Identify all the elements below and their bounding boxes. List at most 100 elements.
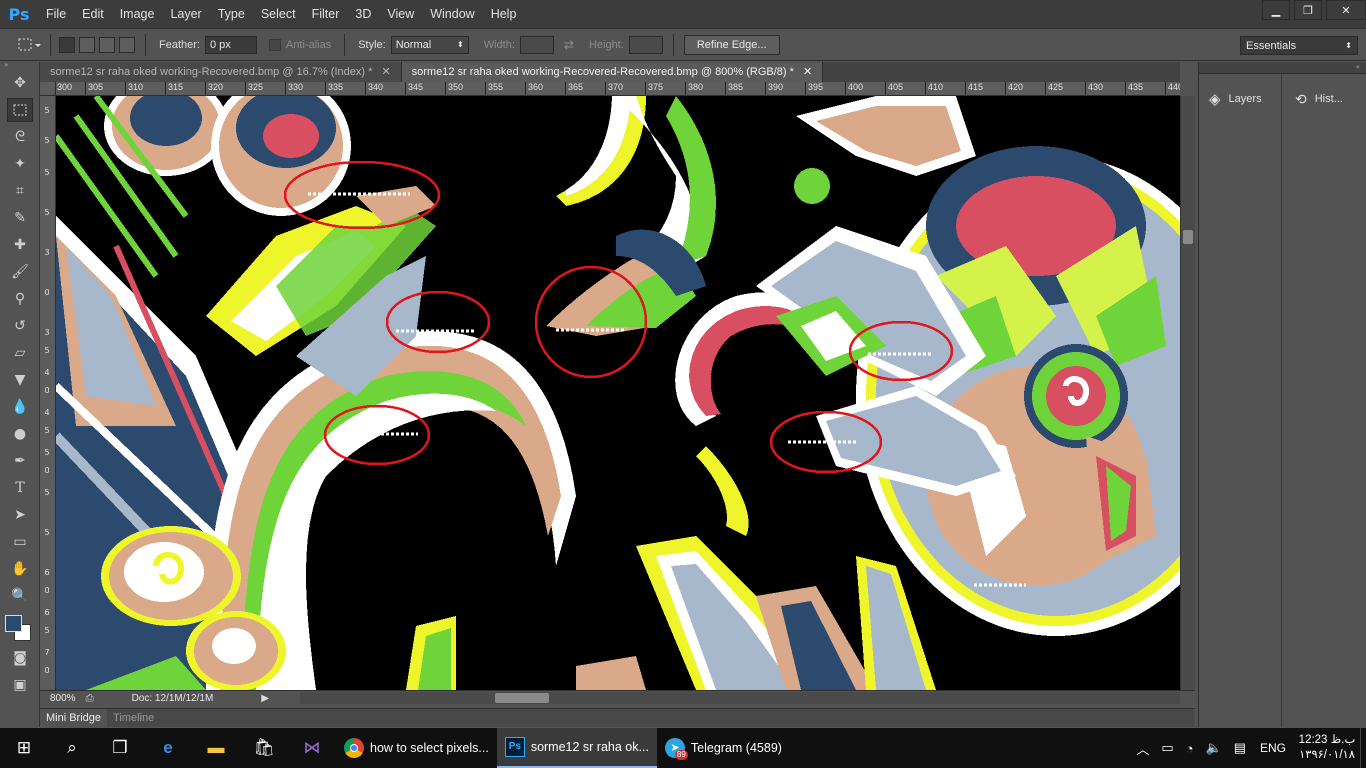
new-selection-icon[interactable] bbox=[59, 36, 75, 53]
feather-input[interactable]: 0 px bbox=[204, 35, 257, 54]
close-icon[interactable]: ✕ bbox=[803, 66, 812, 78]
ruler-tick: 4 bbox=[44, 408, 50, 417]
volume-icon[interactable]: 🔈 bbox=[1206, 740, 1222, 756]
menu-help[interactable]: Help bbox=[483, 0, 525, 28]
horizontal-scroll-thumb[interactable] bbox=[495, 693, 549, 703]
path-selection-icon[interactable]: ➤ bbox=[7, 503, 33, 527]
height-input[interactable] bbox=[628, 35, 663, 54]
wifi-icon[interactable]: ◔ bbox=[1186, 741, 1194, 756]
menu-bar: Ps File Edit Image Layer Type Select Fil… bbox=[0, 0, 1366, 28]
ruler-tick: 310 bbox=[125, 82, 143, 95]
layers-panel-button[interactable]: ◈ Layers bbox=[1209, 84, 1262, 114]
show-desktop-button[interactable] bbox=[1360, 728, 1366, 768]
menu-filter[interactable]: Filter bbox=[304, 0, 348, 28]
collapse-arrows-icon[interactable]: « bbox=[1199, 62, 1366, 74]
eraser-icon[interactable]: ▱ bbox=[7, 341, 33, 365]
store-icon[interactable]: 🛍 bbox=[240, 728, 288, 768]
menu-window[interactable]: Window bbox=[422, 0, 482, 28]
vertical-scrollbar[interactable] bbox=[1180, 96, 1195, 690]
tab-label: sorme12 sr raha oked working-Recovered-R… bbox=[411, 66, 794, 78]
horizontal-scrollbar[interactable] bbox=[300, 692, 1180, 704]
ruler-tick: 0 bbox=[44, 586, 50, 595]
quick-mask-icon[interactable]: ◙ bbox=[7, 646, 33, 670]
history-panel-button[interactable]: ⟲ Hist... bbox=[1295, 84, 1343, 114]
workspace-switcher[interactable]: Essentials ⬍ bbox=[1240, 36, 1358, 55]
close-button[interactable]: ✕ bbox=[1326, 0, 1366, 20]
minimize-button[interactable]: ▁ bbox=[1262, 0, 1290, 20]
marquee-preset-icon[interactable] bbox=[14, 34, 44, 56]
eyedropper-icon[interactable]: ✎ bbox=[7, 206, 33, 230]
taskbar-app-chrome[interactable]: how to select pixels... bbox=[336, 728, 497, 768]
style-select[interactable]: Normal ⬍ bbox=[390, 35, 469, 54]
zoom-level[interactable]: 800% bbox=[40, 693, 86, 704]
vertical-scroll-thumb[interactable] bbox=[1183, 230, 1193, 244]
menu-edit[interactable]: Edit bbox=[74, 0, 112, 28]
search-icon[interactable]: ⌕ bbox=[48, 728, 96, 768]
menu-file[interactable]: File bbox=[38, 0, 74, 28]
clock[interactable]: 12:23 ب.ظ ۱۳۹۶/۰۱/۱۸ bbox=[1294, 733, 1360, 763]
paint-bucket-icon[interactable]: ▼ bbox=[7, 368, 33, 392]
document-canvas[interactable] bbox=[56, 96, 1180, 690]
action-center-icon[interactable]: ▤ bbox=[1234, 740, 1246, 756]
status-menu-arrow-icon[interactable]: ▶ bbox=[261, 693, 269, 704]
close-icon[interactable]: ✕ bbox=[381, 66, 390, 78]
menu-select[interactable]: Select bbox=[253, 0, 304, 28]
move-tool-icon[interactable]: ✥ bbox=[7, 71, 33, 95]
brush-tool-icon[interactable]: 🖌 bbox=[7, 260, 33, 284]
visual-studio-icon[interactable]: ⋈ bbox=[288, 728, 336, 768]
start-windows-icon[interactable]: ⊞ bbox=[0, 728, 48, 768]
intersect-selection-icon[interactable] bbox=[119, 36, 135, 53]
tab-document-2[interactable]: sorme12 sr raha oked working-Recovered-R… bbox=[401, 62, 824, 82]
color-swatches[interactable] bbox=[0, 611, 40, 643]
ruler-tick: 6 bbox=[44, 608, 50, 617]
edge-browser-icon[interactable]: e bbox=[144, 728, 192, 768]
tab-document-1[interactable]: sorme12 sr raha oked working-Recovered.b… bbox=[40, 62, 402, 82]
language-indicator[interactable]: ENG bbox=[1260, 741, 1286, 755]
healing-brush-icon[interactable]: ✚ bbox=[7, 233, 33, 257]
hand-tool-icon[interactable]: ✋ bbox=[7, 557, 33, 581]
width-input[interactable] bbox=[519, 35, 554, 54]
marquee-tool-icon[interactable] bbox=[7, 98, 33, 122]
lasso-tool-icon[interactable]: ᘓ bbox=[7, 125, 33, 149]
menu-layer[interactable]: Layer bbox=[162, 0, 209, 28]
menu-3d[interactable]: 3D bbox=[347, 0, 379, 28]
history-brush-icon[interactable]: ↺ bbox=[7, 314, 33, 338]
type-tool-icon[interactable]: T bbox=[7, 476, 33, 500]
ruler-tick: 425 bbox=[1045, 82, 1063, 95]
windows-taskbar: ⊞ ⌕ ❐ e ▬ 🛍 ⋈ how to select pixels... Ps… bbox=[0, 728, 1366, 768]
screen-mode-icon[interactable]: ▣ bbox=[7, 673, 33, 697]
tab-timeline[interactable]: Timeline bbox=[107, 709, 160, 728]
menu-image[interactable]: Image bbox=[112, 0, 163, 28]
clone-stamp-icon[interactable]: ⚲ bbox=[7, 287, 33, 311]
swap-icon[interactable]: ⇄ bbox=[564, 38, 574, 52]
anti-alias-checkbox[interactable] bbox=[268, 38, 281, 51]
taskbar-app-telegram[interactable]: ➤ 89 Telegram (4589) bbox=[657, 728, 790, 768]
photoshop-logo: Ps bbox=[8, 4, 30, 24]
magic-wand-icon[interactable]: ✦ bbox=[7, 152, 33, 176]
refine-edge-button[interactable]: Refine Edge... bbox=[683, 34, 780, 55]
rectangle-tool-icon[interactable]: ▭ bbox=[7, 530, 33, 554]
subtract-selection-icon[interactable] bbox=[99, 36, 115, 53]
export-icon[interactable]: ⎙ bbox=[86, 693, 94, 704]
restore-button[interactable]: ❐ bbox=[1294, 0, 1322, 20]
add-selection-icon[interactable] bbox=[79, 36, 95, 53]
zoom-tool-icon[interactable]: 🔍 bbox=[7, 584, 33, 608]
battery-icon[interactable]: ▭ bbox=[1161, 740, 1173, 756]
menu-view[interactable]: View bbox=[379, 0, 422, 28]
menu-type[interactable]: Type bbox=[210, 0, 253, 28]
blur-tool-icon[interactable]: 💧 bbox=[7, 395, 33, 419]
collapse-arrows-icon[interactable]: » bbox=[0, 62, 39, 69]
tab-mini-bridge[interactable]: Mini Bridge bbox=[40, 708, 108, 728]
task-view-icon[interactable]: ❐ bbox=[96, 728, 144, 768]
pen-tool-icon[interactable]: ✒ bbox=[7, 449, 33, 473]
chevron-up-icon[interactable]: ︿ bbox=[1136, 739, 1149, 758]
dodge-tool-icon[interactable]: ● bbox=[7, 422, 33, 446]
ruler-tick: 410 bbox=[925, 82, 943, 95]
file-explorer-icon[interactable]: ▬ bbox=[192, 728, 240, 768]
foreground-color-swatch[interactable] bbox=[5, 615, 22, 632]
crop-tool-icon[interactable]: ⌗ bbox=[7, 179, 33, 203]
ruler-tick: 415 bbox=[965, 82, 983, 95]
ruler-tick: 370 bbox=[605, 82, 623, 95]
taskbar-app-photoshop[interactable]: Ps sorme12 sr raha ok... bbox=[496, 728, 657, 768]
ruler-tick: 305 bbox=[85, 82, 103, 95]
